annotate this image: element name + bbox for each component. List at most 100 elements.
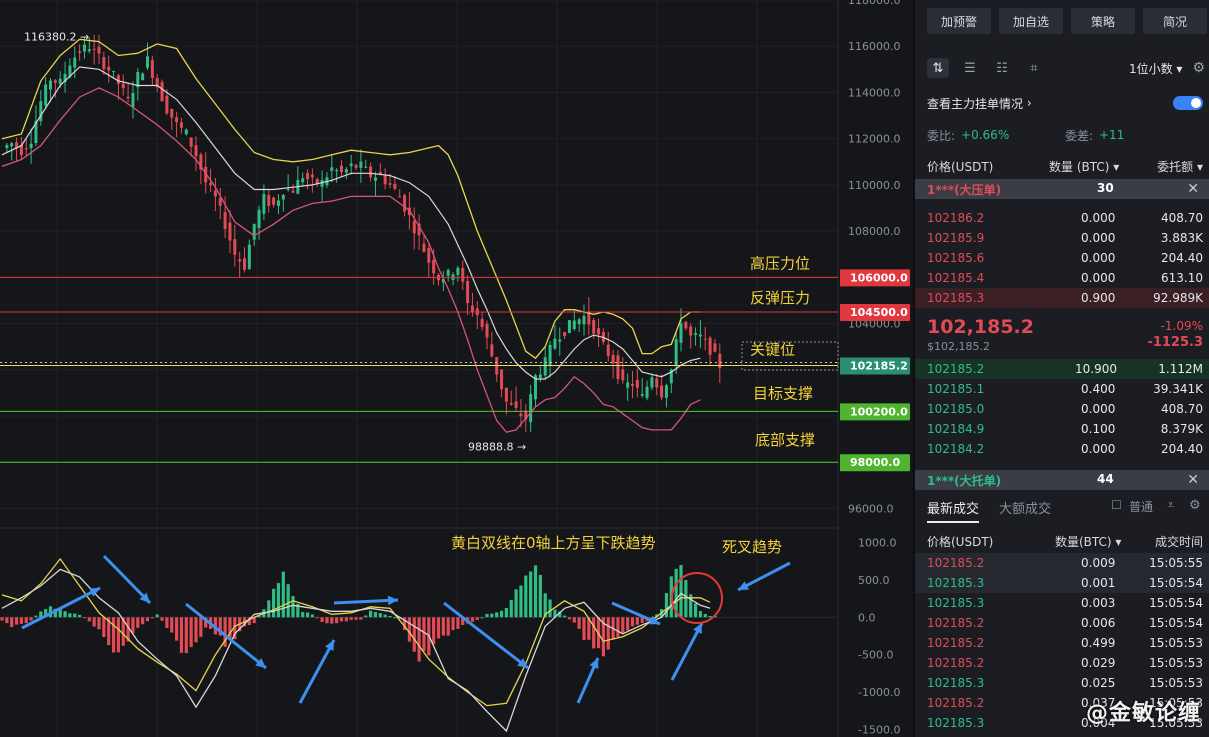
big-bid-qty: 44 — [1097, 472, 1114, 486]
trade-row[interactable]: 102185.3 0.025 15:05:53 — [915, 673, 1209, 693]
ask-row[interactable]: 102185.3 0.900 92.989K — [915, 288, 1209, 308]
ask-row[interactable]: 102186.2 0.000 408.70 — [915, 208, 1209, 228]
macd-histogram-bar — [14, 617, 19, 625]
side-panel: 加预警 加自选 策略 简况 ⇅ ☰ ☷ ⌗ 1位小数 ▾ ⚙ 查看主力挂单情况 … — [915, 0, 1209, 737]
macd-histogram-bar — [281, 571, 285, 618]
gear-icon[interactable]: ⚙ — [1192, 60, 1205, 76]
candle-body — [708, 337, 712, 355]
both-sides-icon[interactable]: ⇅ — [927, 58, 949, 78]
qty-header[interactable]: 数量 (BTC) ▾ — [1049, 158, 1119, 175]
close-icon[interactable]: ✕ — [1187, 181, 1199, 197]
macd-histogram-bar — [5, 617, 9, 624]
sell-side-icon[interactable]: ☷ — [991, 58, 1013, 78]
macd-histogram-bar — [29, 617, 33, 621]
macd-histogram-bar — [388, 615, 392, 618]
candle-body — [223, 212, 227, 230]
macd-histogram-bar — [538, 574, 542, 618]
ask-price: 102185.3 — [927, 291, 985, 305]
chart-area[interactable]: 118000.0 116000.0 114000.0 112000.0 110000.0… — [0, 0, 913, 737]
trade-row[interactable]: 102185.2 0.499 15:05:53 — [915, 633, 1209, 653]
ask-row[interactable]: 102185.4 0.000 613.10 — [915, 268, 1209, 288]
overview-button[interactable]: 简况 — [1143, 8, 1207, 34]
candle-body — [213, 190, 217, 197]
candle-body — [102, 57, 106, 70]
low-annotation: 98888.8 → — [468, 441, 526, 454]
macd-histogram-bar — [179, 617, 184, 653]
trade-row[interactable]: 102185.3 0.003 15:05:54 — [915, 593, 1209, 613]
candle-body — [243, 258, 246, 270]
gear-icon[interactable]: ⚙ — [1189, 498, 1201, 513]
decimals-select[interactable]: 1位小数 ▾ — [1129, 60, 1182, 77]
last-price: 102,185.2 — [927, 316, 1034, 338]
candle-body — [553, 338, 557, 349]
macd-histogram-bar — [436, 617, 441, 639]
ratio-row: 委比: +0.66% 委差: +11 — [927, 125, 1203, 145]
main-order-label: 查看主力挂单情况 — [927, 96, 1024, 111]
trade-row[interactable]: 102185.2 0.009 15:05:55 — [915, 553, 1209, 573]
macd-histogram-bar — [514, 589, 518, 618]
macd-histogram-bar — [577, 617, 581, 629]
buy-side-icon[interactable]: ⌗ — [1023, 58, 1045, 78]
big-ask-row[interactable]: 1***(大压单) 30 ✕ — [915, 179, 1209, 199]
trade-row[interactable]: 102185.2 0.029 15:05:53 — [915, 653, 1209, 673]
macd-histogram-bar — [529, 571, 533, 618]
big-bid-row[interactable]: 1***(大托单) 44 ✕ — [915, 470, 1209, 490]
bid-row[interactable]: 102184.9 0.100 8.379K — [915, 419, 1209, 439]
candle-body — [82, 44, 86, 52]
candle-body — [92, 48, 96, 50]
candle-body — [684, 321, 688, 329]
macd-histogram-bar — [563, 615, 567, 618]
ask-row[interactable]: 102185.6 0.000 204.40 — [915, 248, 1209, 268]
candle-body — [538, 374, 542, 379]
bid-row[interactable]: 102185.2 10.900 1.112M — [915, 359, 1209, 379]
bid-qty: 0.400 — [1081, 382, 1116, 396]
bid-row[interactable]: 102185.0 0.000 408.70 — [915, 399, 1209, 419]
macd-histogram-bar — [150, 617, 154, 619]
tab-large-trades[interactable]: 大额成交 — [999, 498, 1051, 517]
list-view-icon[interactable]: ☰ — [959, 58, 981, 78]
last-price-usd: $102,185.2 — [927, 340, 990, 353]
macd-histogram-bar — [24, 617, 28, 624]
macd-histogram-bar — [199, 617, 203, 637]
ask-qty: 0.000 — [1081, 211, 1116, 225]
ask-row[interactable]: 102185.9 0.000 3.883K — [915, 228, 1209, 248]
trade-price: 102185.2 — [927, 656, 985, 670]
trade-price: 102185.2 — [927, 616, 985, 630]
watermark: @金敏论缠 — [1085, 701, 1201, 726]
orderbook-header: 价格(USDT) 数量 (BTC) ▾ 委托额 ▾ — [927, 155, 1203, 175]
close-icon[interactable]: ✕ — [1187, 472, 1199, 488]
total-header[interactable]: 委托额 ▾ — [1157, 158, 1203, 175]
trade-qty: 0.025 — [1081, 676, 1116, 690]
normal-checkbox[interactable]: ☐ — [1111, 498, 1122, 512]
candle-body — [194, 145, 198, 157]
candle-body — [427, 248, 431, 263]
macd-histogram-bar — [286, 584, 290, 618]
filter-icon[interactable]: ⩡ — [1167, 498, 1174, 513]
candle-body — [247, 244, 251, 270]
level-label: 关键位 — [750, 340, 795, 358]
candle-body — [461, 267, 465, 282]
macd-histogram-bar — [567, 617, 572, 620]
bid-row[interactable]: 102184.2 0.000 204.40 — [915, 439, 1209, 459]
macd-histogram-bar — [272, 588, 276, 618]
bid-row[interactable]: 102185.1 0.400 39.341K — [915, 379, 1209, 399]
candle-body — [650, 377, 654, 388]
price-chart[interactable]: 118000.0 116000.0 114000.0 112000.0 110000.0… — [0, 0, 913, 737]
trade-qty-header[interactable]: 数量(BTC) ▾ — [1055, 533, 1121, 550]
macd-histogram-bar — [519, 585, 523, 618]
main-order-toggle[interactable] — [1173, 96, 1203, 110]
favorite-button[interactable]: 加自选 — [999, 8, 1063, 34]
candle-body — [78, 51, 82, 53]
tab-latest-trades[interactable]: 最新成交 — [927, 498, 980, 523]
candle-body — [107, 66, 111, 71]
alert-button[interactable]: 加预警 — [927, 8, 991, 34]
trade-row[interactable]: 102185.3 0.001 15:05:54 — [915, 573, 1209, 593]
candle-body — [422, 243, 426, 252]
macd-histogram-bar — [170, 617, 174, 633]
candle-body — [87, 49, 91, 52]
candle-body — [146, 56, 149, 68]
main-order-row[interactable]: 查看主力挂单情况 › — [927, 93, 1203, 113]
macd-histogram-bar — [621, 617, 625, 633]
strategy-button[interactable]: 策略 — [1071, 8, 1135, 34]
trade-row[interactable]: 102185.2 0.006 15:05:54 — [915, 613, 1209, 633]
